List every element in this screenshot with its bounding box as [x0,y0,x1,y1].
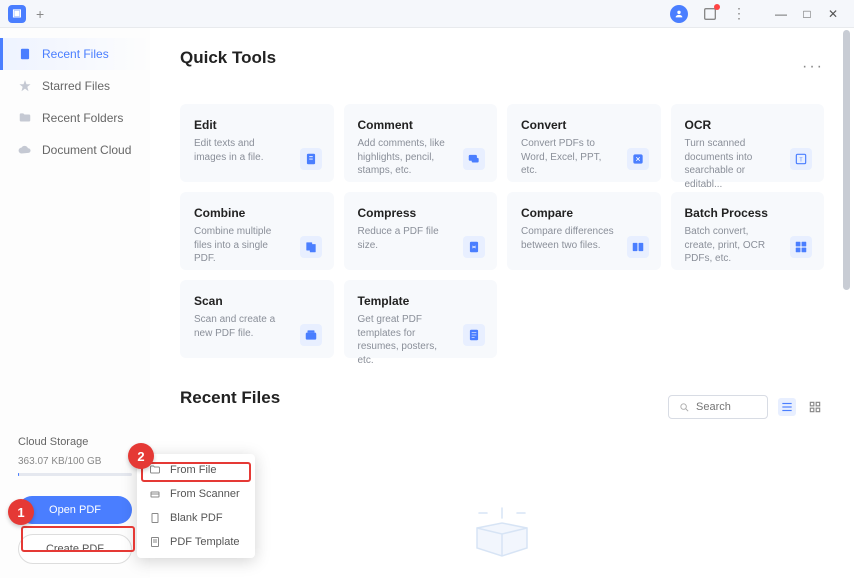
ocr-icon: T [790,148,812,170]
template-icon [149,536,161,548]
tool-title: Compare [521,206,647,220]
svg-text:T: T [799,157,803,163]
scanner-icon [149,488,161,500]
tool-card-compare[interactable]: CompareCompare differences between two f… [507,192,661,270]
create-pdf-menu: From File From Scanner Blank PDF PDF Tem… [137,454,255,558]
file-icon [18,47,32,61]
minimize-button[interactable]: — [768,4,794,24]
quick-tools-title: Quick Tools [180,48,276,68]
compare-icon [627,236,649,258]
notification-icon[interactable] [702,6,718,22]
tool-title: Convert [521,118,647,132]
scan-icon [300,324,322,346]
template-icon [463,324,485,346]
tool-card-compress[interactable]: CompressReduce a PDF file size. [344,192,498,270]
menu-item-pdf-template[interactable]: PDF Template [137,530,255,554]
sidebar-item-recent-folders[interactable]: Recent Folders [0,102,150,134]
sidebar-item-label: Starred Files [42,79,110,93]
annotation-badge-1: 1 [8,499,34,525]
tool-card-convert[interactable]: ConvertConvert PDFs to Word, Excel, PPT,… [507,104,661,182]
annotation-badge-2: 2 [128,443,154,469]
create-pdf-button[interactable]: Create PDF [18,534,132,564]
cloud-storage-title: Cloud Storage [18,436,132,448]
app-logo-icon: ▣ [8,5,26,23]
folder-outline-icon [149,464,161,476]
sidebar: Recent Files Starred Files Recent Folder… [0,28,150,578]
titlebar: ▣ + ⋮ — □ ✕ [0,0,854,28]
tool-card-scan[interactable]: ScanScan and create a new PDF file. [180,280,334,358]
cloud-storage-usage: 363.07 KB/100 GB [18,456,132,467]
tool-card-comment[interactable]: CommentAdd comments, like highlights, pe… [344,104,498,182]
tool-title: Scan [194,294,320,308]
menu-item-label: Blank PDF [170,512,223,524]
recent-files-title: Recent Files [180,388,280,408]
notification-dot-icon [714,4,720,10]
cloud-storage-bar [18,473,132,476]
tool-card-ocr[interactable]: OCRTurn scanned documents into searchabl… [671,104,825,182]
sidebar-item-recent-files[interactable]: Recent Files [0,38,150,70]
search-input[interactable] [696,401,756,413]
tool-card-batch-process[interactable]: Batch ProcessBatch convert, create, prin… [671,192,825,270]
menu-item-from-scanner[interactable]: From Scanner [137,482,255,506]
star-icon [18,79,32,93]
tool-card-edit[interactable]: EditEdit texts and images in a file. [180,104,334,182]
tool-title: Template [358,294,484,308]
tools-grid: EditEdit texts and images in a file.Comm… [180,104,824,358]
sidebar-item-label: Recent Files [42,47,109,61]
combine-icon [300,236,322,258]
kebab-menu-icon[interactable]: ⋮ [732,5,746,22]
main-content: Quick Tools ··· EditEdit texts and image… [150,28,854,578]
user-avatar-icon[interactable] [670,5,688,23]
tool-title: Batch Process [685,206,811,220]
list-view-toggle[interactable] [778,398,796,416]
menu-item-label: From Scanner [170,488,240,500]
convert-icon [627,148,649,170]
search-icon [679,402,690,413]
sidebar-item-starred-files[interactable]: Starred Files [0,70,150,102]
edit-icon [300,148,322,170]
sidebar-item-label: Document Cloud [42,143,131,157]
empty-box-illustration [462,498,542,558]
comment-icon [463,148,485,170]
batch-process-icon [790,236,812,258]
grid-view-toggle[interactable] [806,398,824,416]
menu-item-label: From File [170,464,216,476]
blank-page-icon [149,512,161,524]
scrollbar[interactable] [843,30,850,290]
tool-title: Edit [194,118,320,132]
cloud-icon [18,143,32,157]
tool-title: Comment [358,118,484,132]
menu-item-from-file[interactable]: From File [137,458,255,482]
tool-title: Compress [358,206,484,220]
menu-item-blank-pdf[interactable]: Blank PDF [137,506,255,530]
tool-title: Combine [194,206,320,220]
new-tab-button[interactable]: + [36,6,44,22]
open-pdf-button[interactable]: Open PDF [18,496,132,524]
folder-icon [18,111,32,125]
sidebar-item-document-cloud[interactable]: Document Cloud [0,134,150,166]
more-icon[interactable]: ··· [802,58,824,76]
menu-item-label: PDF Template [170,536,240,548]
search-box[interactable] [668,395,768,419]
tool-card-combine[interactable]: CombineCombine multiple files into a sin… [180,192,334,270]
maximize-button[interactable]: □ [794,4,820,24]
tool-title: OCR [685,118,811,132]
tool-card-template[interactable]: TemplateGet great PDF templates for resu… [344,280,498,358]
sidebar-item-label: Recent Folders [42,111,123,125]
close-button[interactable]: ✕ [820,4,846,24]
compress-icon [463,236,485,258]
